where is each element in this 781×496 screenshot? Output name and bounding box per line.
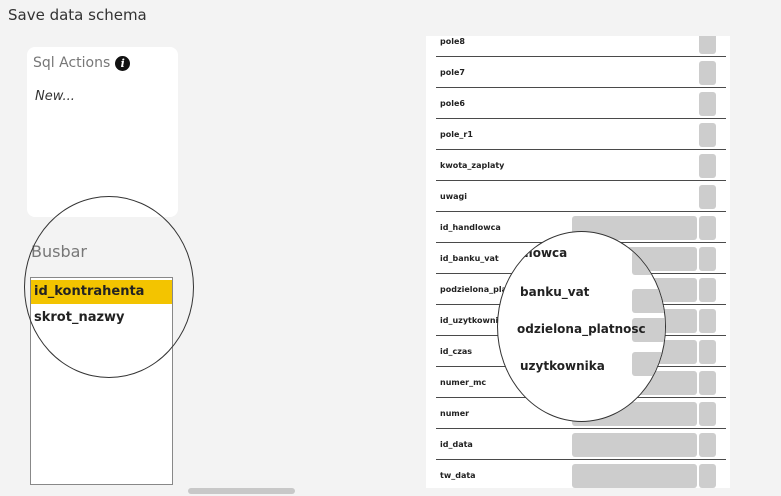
field-label: id_czas — [440, 347, 473, 356]
field-row: pole_r1 — [436, 121, 726, 150]
field-drop-box[interactable] — [699, 464, 716, 488]
field-row: id_data — [436, 431, 726, 460]
field-drop-box[interactable] — [699, 216, 716, 240]
sql-actions-header: Sql Actions i — [33, 55, 131, 71]
sql-actions-title: Sql Actions — [33, 55, 111, 71]
field-drop-box[interactable] — [699, 154, 716, 178]
field-drop-box[interactable] — [699, 92, 716, 116]
busbar-label: Busbar — [31, 242, 87, 261]
field-label: numer — [440, 409, 470, 418]
horizontal-scrollbar[interactable] — [188, 488, 295, 494]
busbar-item-skrot-nazwy[interactable]: skrot_nazwy — [31, 306, 172, 330]
field-label: pole7 — [440, 68, 465, 77]
field-label: tw_data — [440, 471, 476, 480]
field-drop-box[interactable] — [699, 278, 716, 302]
zoom-label-uzytkownika: uzytkownika — [520, 359, 605, 373]
zoom-field-box — [632, 251, 665, 275]
field-row: kwota_zaplaty — [436, 152, 726, 181]
field-row: pole8 — [436, 36, 726, 57]
field-label: pole_r1 — [440, 130, 473, 139]
field-label: numer_mc — [440, 378, 487, 387]
field-drop-box[interactable] — [699, 61, 716, 85]
zoom-label-banku-vat: banku_vat — [520, 285, 590, 299]
zoom-magnifier: dlowca banku_vat odzielona_platnosc uzyt… — [497, 231, 666, 422]
field-drop-box[interactable] — [699, 185, 716, 209]
field-label: pole6 — [440, 99, 465, 108]
field-row: uwagi — [436, 183, 726, 212]
field-label: pole8 — [440, 37, 465, 46]
field-row: pole6 — [436, 90, 726, 119]
page-title: Save data schema — [8, 6, 147, 24]
zoom-label-handlowca: dlowca — [520, 246, 568, 260]
field-value-box[interactable] — [572, 464, 697, 488]
field-drop-box[interactable] — [699, 247, 716, 271]
field-drop-box[interactable] — [699, 309, 716, 333]
field-label: id_data — [440, 440, 473, 449]
field-drop-box[interactable] — [699, 340, 716, 364]
field-label: id_banku_vat — [440, 254, 499, 263]
new-action-link[interactable]: New... — [35, 89, 75, 104]
info-icon[interactable]: i — [115, 55, 131, 71]
field-value-box[interactable] — [572, 433, 697, 457]
busbar-list[interactable]: id_kontrahenta skrot_nazwy — [30, 277, 173, 485]
field-drop-box[interactable] — [699, 123, 716, 147]
field-drop-box[interactable] — [699, 371, 716, 395]
field-drop-box[interactable] — [699, 433, 716, 457]
zoom-label-podzielona-platnosc: odzielona_platnosc — [517, 322, 646, 336]
field-label: kwota_zaplaty — [440, 161, 505, 170]
field-row: tw_data — [436, 462, 726, 488]
field-row: pole7 — [436, 59, 726, 88]
field-drop-box[interactable] — [699, 36, 716, 54]
sql-actions-panel: Sql Actions i New... — [27, 47, 178, 217]
field-drop-box[interactable] — [699, 402, 716, 426]
field-label: id_handlowca — [440, 223, 501, 232]
zoom-field-box — [632, 289, 665, 313]
busbar-item-id-kontrahenta[interactable]: id_kontrahenta — [31, 280, 172, 304]
zoom-field-box — [632, 352, 665, 376]
field-label: uwagi — [440, 192, 467, 201]
